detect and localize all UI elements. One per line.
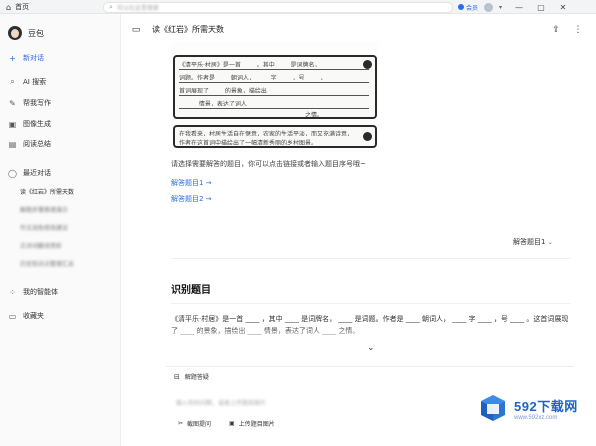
member-pill[interactable]: 会员 bbox=[458, 3, 478, 12]
upload-image-button[interactable]: ▣ 上传题目图片 bbox=[229, 419, 275, 428]
answer-rule bbox=[179, 108, 369, 109]
title-bar: ⌂ 首页 ⌕ 可以在这里搜索 会员 ▾ — ▢ ✕ bbox=[0, 0, 596, 14]
answer-rule bbox=[179, 69, 369, 70]
question-box-2: 在我看来，村居生活自在惬意，农家的生活平淡，而又充满诗意， 作者在这首词中描绘出… bbox=[173, 125, 377, 148]
divider bbox=[171, 258, 571, 259]
user-avatar[interactable] bbox=[484, 2, 494, 12]
user-dropdown-icon[interactable]: ▾ bbox=[499, 4, 502, 11]
answer-link-2[interactable]: 解答题目2 → bbox=[171, 194, 212, 204]
answer-mode-icon: ⊟ bbox=[174, 372, 180, 381]
new-chat-label: 新对话 bbox=[23, 54, 44, 62]
sidebar-toggle-icon[interactable]: ▭ bbox=[130, 24, 142, 36]
close-button[interactable]: ✕ bbox=[552, 0, 574, 14]
sidebar-item-label: 阅读总结 bbox=[23, 140, 51, 148]
tool-label: 截图提问 bbox=[187, 421, 212, 428]
worksheet-line: 首词展现了 ____ 的景象，描绘出 bbox=[179, 88, 267, 93]
watermark-url: www.592xz.com bbox=[514, 414, 558, 421]
search-placeholder: 可以在这里搜索 bbox=[116, 5, 159, 12]
page-title: 读《红岩》所需天数 bbox=[152, 25, 224, 34]
image-upload-icon: ▣ bbox=[229, 420, 235, 427]
sidebar-item-writing[interactable]: ✎ 帮我写作 bbox=[8, 97, 51, 109]
sidebar-item-image[interactable]: ▣ 图像生成 bbox=[8, 118, 51, 130]
sidebar: 豆包 + 新对话 ⌕ AI 搜索 ✎ 帮我写作 ▣ 图像生成 ▤ 阅读总结 ◯ … bbox=[0, 14, 121, 446]
watermark-title: 592下载网 bbox=[514, 398, 578, 414]
question-number-badge bbox=[363, 132, 372, 141]
worksheet-line: ______ 情景，表达了词人 bbox=[179, 101, 247, 106]
search-icon: ⌕ bbox=[109, 3, 113, 11]
member-icon bbox=[458, 4, 464, 10]
maximize-button[interactable]: ▢ bbox=[530, 0, 552, 14]
worksheet-line: 作者在这首词中描绘出了一幅清新秀丽的乡村图景。 bbox=[179, 140, 318, 145]
new-chat-button[interactable]: + 新对话 bbox=[8, 52, 44, 64]
worksheet-line: 《清平乐·村居》是一首 ____ 。其中 ____ 是词牌名， bbox=[179, 62, 321, 67]
recent-label: 最近对话 bbox=[23, 169, 51, 177]
worksheet-line: 之情。 bbox=[305, 112, 324, 117]
minimize-button[interactable]: — bbox=[508, 0, 530, 14]
search-input[interactable]: ⌕ 可以在这里搜索 bbox=[103, 2, 453, 13]
member-label: 会员 bbox=[466, 4, 479, 12]
sidebar-item-label: 收藏夹 bbox=[23, 312, 44, 320]
expand-chevron-icon[interactable]: ⌄ bbox=[367, 343, 375, 353]
text-fade bbox=[171, 327, 573, 341]
assistant-prompt: 请选择需要解答的题目，你可以点击链接或者输入题目序号哦~ bbox=[171, 160, 366, 168]
sidebar-header[interactable]: 豆包 bbox=[8, 26, 44, 40]
home-tab-label: 首页 bbox=[15, 3, 30, 11]
recent-chat-item[interactable]: 解题步骤推理演示 bbox=[20, 205, 68, 215]
avatar bbox=[8, 26, 22, 40]
answer-rule bbox=[179, 95, 369, 96]
answer-rule bbox=[179, 82, 369, 83]
section-title: 识别题目 bbox=[171, 285, 211, 296]
input-mode-label: 解题答疑 bbox=[184, 374, 209, 381]
share-icon[interactable]: ⇪ bbox=[550, 24, 562, 36]
scissors-icon: ✂ bbox=[178, 420, 184, 427]
site-watermark: 592下载网 www.592xz.com bbox=[478, 382, 594, 434]
recent-chat-item[interactable]: 历史知识点整理汇总 bbox=[20, 259, 74, 269]
answer-link-1[interactable]: 解答题目1 → bbox=[171, 178, 212, 188]
sidebar-item-label: 帮我写作 bbox=[23, 99, 51, 107]
plus-icon: + bbox=[9, 53, 16, 63]
chat-bubble-icon: ◯ bbox=[8, 168, 17, 178]
uploaded-worksheet-image[interactable]: 《清平乐·村居》是一首 ____ 。其中 ____ 是词牌名， 词题。作者是 _… bbox=[171, 42, 379, 152]
chat-input[interactable]: 输入你的问题，或者上传题目图片 bbox=[176, 398, 266, 407]
sidebar-item-label: AI 搜索 bbox=[23, 78, 47, 86]
cube-logo-icon bbox=[481, 395, 505, 421]
home-tab[interactable]: ⌂ 首页 bbox=[0, 0, 100, 14]
sidebar-item-favorites[interactable]: ▭ 收藏夹 bbox=[8, 310, 44, 322]
book-icon: ▤ bbox=[8, 139, 17, 149]
more-icon[interactable]: ⋮ bbox=[572, 24, 584, 36]
question-box-1: 《清平乐·村居》是一首 ____ 。其中 ____ 是词牌名， 词题。作者是 _… bbox=[173, 55, 377, 119]
folder-icon: ▭ bbox=[8, 311, 17, 321]
chat-header: ▭ 读《红岩》所需天数 ⇪ ⋮ bbox=[130, 20, 590, 42]
sidebar-item-reading[interactable]: ▤ 阅读总结 bbox=[8, 138, 51, 150]
worksheet-line: 在我看来，村居生活自在惬意，农家的生活平淡，而又充满诗意， bbox=[179, 131, 354, 136]
sidebar-item-label: 图像生成 bbox=[23, 120, 51, 128]
recent-chat-item[interactable]: 古诗词翻译赏析 bbox=[20, 241, 62, 251]
sidebar-item-ai-search[interactable]: ⌕ AI 搜索 bbox=[8, 76, 46, 88]
home-icon: ⌂ bbox=[6, 2, 12, 12]
divider bbox=[171, 303, 571, 304]
chevron-down-icon: ⌄ bbox=[547, 239, 553, 246]
sidebar-item-agents[interactable]: ⁘ 我的智能体 bbox=[8, 286, 58, 298]
recent-chats-header: ◯ 最近对话 bbox=[8, 167, 51, 179]
recent-chat-item[interactable]: 作文润色修改建议 bbox=[20, 223, 68, 233]
tool-label: 上传题目图片 bbox=[238, 421, 275, 428]
search-icon: ⌕ bbox=[10, 77, 15, 86]
sidebar-item-label: 我的智能体 bbox=[23, 288, 58, 296]
user-name: 豆包 bbox=[28, 28, 44, 38]
grid-icon: ⁘ bbox=[9, 287, 16, 297]
image-icon: ▣ bbox=[8, 119, 17, 129]
question-number-badge bbox=[363, 60, 372, 69]
pen-icon: ✎ bbox=[9, 98, 16, 108]
answer-question-button[interactable]: 解答题目1 ⌄ bbox=[513, 237, 553, 247]
recent-chat-item[interactable]: 读《红岩》所需天数 bbox=[20, 187, 74, 197]
worksheet-line: 词题。作者是 ____ 朝词人， ____ 字 ____ ，号 ____ ， bbox=[179, 75, 327, 80]
screenshot-ask-button[interactable]: ✂ 截图提问 bbox=[178, 419, 211, 428]
answer-question-label: 解答题目1 bbox=[513, 238, 546, 246]
input-mode-header[interactable]: ⊟ 解题答疑 bbox=[174, 372, 209, 382]
